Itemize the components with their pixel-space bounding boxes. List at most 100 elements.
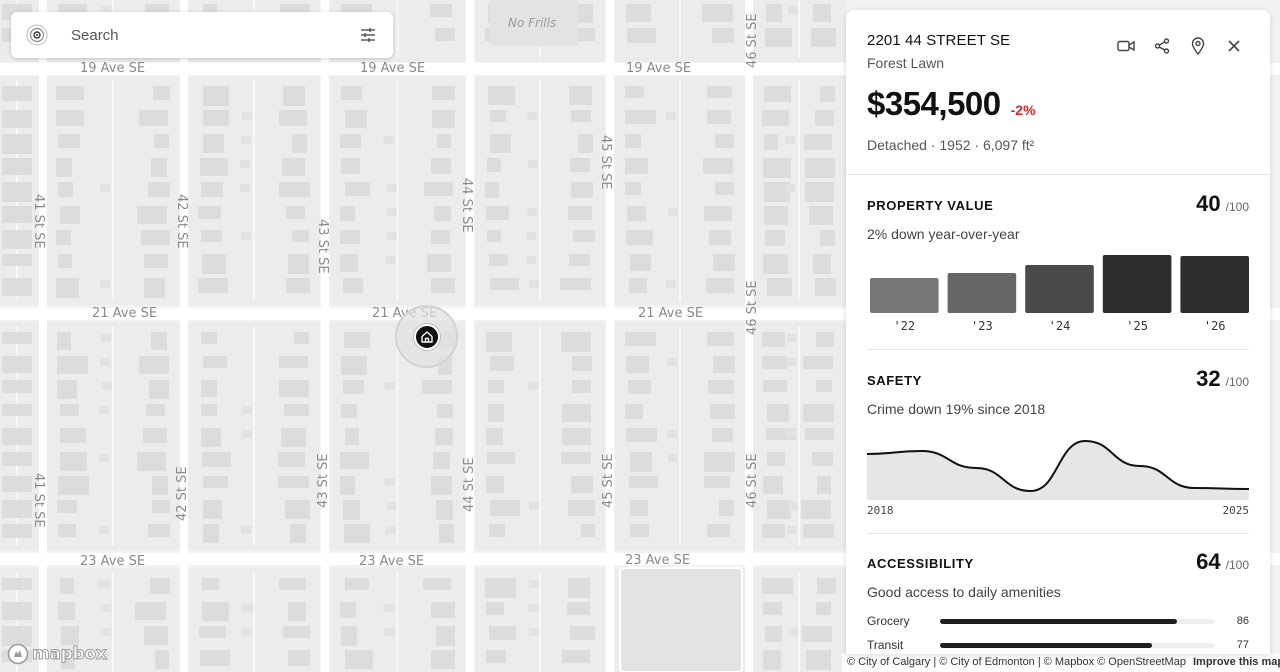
safety-section: SAFETY 32 /100 Crime down 19% since 2018… (867, 350, 1249, 534)
map-building (57, 380, 77, 399)
map-building (60, 452, 87, 471)
map-building (430, 4, 452, 17)
score-denominator: /100 (1225, 200, 1249, 214)
amenity-label: Grocery (867, 614, 910, 628)
map-building (57, 500, 77, 513)
map-building (344, 524, 370, 543)
map-garage (386, 208, 397, 216)
map-building (288, 254, 309, 274)
map-building (2, 578, 32, 590)
improve-map-link[interactable]: Improve this map (1193, 656, 1280, 668)
map-building (143, 428, 167, 443)
map-building (708, 380, 734, 394)
video-icon[interactable] (1116, 36, 1136, 56)
map-building (341, 158, 360, 174)
map-building (488, 380, 504, 393)
map-building (437, 134, 451, 148)
map-building (340, 230, 360, 244)
street-label-42-st: 42 St SE (175, 466, 190, 521)
map-building (487, 452, 515, 464)
map-building (152, 500, 170, 513)
filter-sliders-icon[interactable] (357, 24, 379, 46)
map-garage (386, 502, 397, 510)
property-neighbourhood: Forest Lawn (867, 55, 945, 71)
map-building (144, 254, 168, 268)
map-building (146, 404, 165, 416)
map-building (719, 500, 734, 516)
location-pin-icon[interactable] (1188, 36, 1208, 56)
map-building (283, 86, 305, 106)
map-building (57, 332, 71, 350)
map-building (763, 602, 782, 615)
map-building (203, 500, 222, 519)
map-building (2, 254, 32, 266)
property-value-subtitle: 2% down year-over-year (867, 226, 1020, 242)
map-garage (787, 526, 797, 534)
radar-icon[interactable] (25, 23, 49, 47)
map-building (804, 134, 832, 150)
map-building (817, 578, 836, 594)
map-building (488, 404, 504, 422)
map-building (427, 254, 451, 272)
search-input[interactable] (71, 26, 357, 44)
property-marker[interactable] (395, 305, 458, 368)
close-icon[interactable] (1224, 36, 1244, 56)
map-garage (667, 358, 677, 366)
map-building (203, 524, 219, 543)
share-icon[interactable] (1152, 36, 1172, 56)
map-building (201, 380, 217, 397)
map-building (424, 182, 453, 196)
map-building (203, 134, 224, 153)
map-garage (241, 232, 251, 240)
map-building (569, 86, 592, 105)
accessibility-subtitle: Good access to daily amenities (867, 584, 1061, 600)
amenity-bar-track (940, 618, 1215, 624)
value-bar-label: '23 (971, 319, 993, 333)
parking-lot (619, 567, 743, 672)
map-building (572, 380, 591, 393)
mapbox-logo[interactable]: mapbox (7, 643, 107, 665)
map-garage (241, 526, 251, 534)
home-icon (413, 323, 440, 350)
map-building (345, 578, 369, 590)
map-building (279, 182, 310, 197)
map-garage (243, 604, 253, 612)
map-building (562, 428, 591, 445)
map-building (820, 86, 835, 102)
attribution-text[interactable]: © City of Calgary | © City of Edmonton |… (847, 656, 1186, 668)
map-building (802, 626, 832, 642)
map-building (340, 206, 355, 221)
map-garage (383, 604, 394, 612)
map-building (581, 524, 595, 537)
safety-subtitle: Crime down 19% since 2018 (867, 401, 1046, 417)
map-building (282, 158, 305, 176)
map-building (813, 254, 831, 274)
map-building (2, 452, 32, 466)
map-road (745, 0, 753, 672)
map-building (341, 86, 362, 100)
street-label-21-ave: 21 Ave SE (638, 306, 703, 321)
map-garage (529, 580, 539, 588)
map-building (435, 28, 455, 41)
map-building (764, 206, 788, 225)
map-building (135, 602, 166, 620)
map-building (198, 206, 221, 219)
map-building (712, 428, 733, 442)
map-garage (101, 628, 111, 636)
map-building (340, 134, 361, 148)
map-building (340, 602, 356, 618)
value-bar (870, 278, 939, 313)
map-building (278, 452, 305, 467)
map-garage (788, 6, 798, 14)
map-garage (527, 208, 537, 216)
map-building (707, 110, 731, 124)
map-building (431, 278, 455, 293)
map-garage (384, 382, 395, 390)
street-label-23-ave: 23 Ave SE (625, 553, 690, 568)
panel-header: 2201 44 STREET SE Forest Lawn $354,500 -… (846, 10, 1270, 175)
map-building (803, 404, 834, 422)
map-building (60, 206, 80, 224)
map-building (344, 332, 370, 348)
map-building (431, 602, 455, 618)
map-building (712, 28, 734, 43)
